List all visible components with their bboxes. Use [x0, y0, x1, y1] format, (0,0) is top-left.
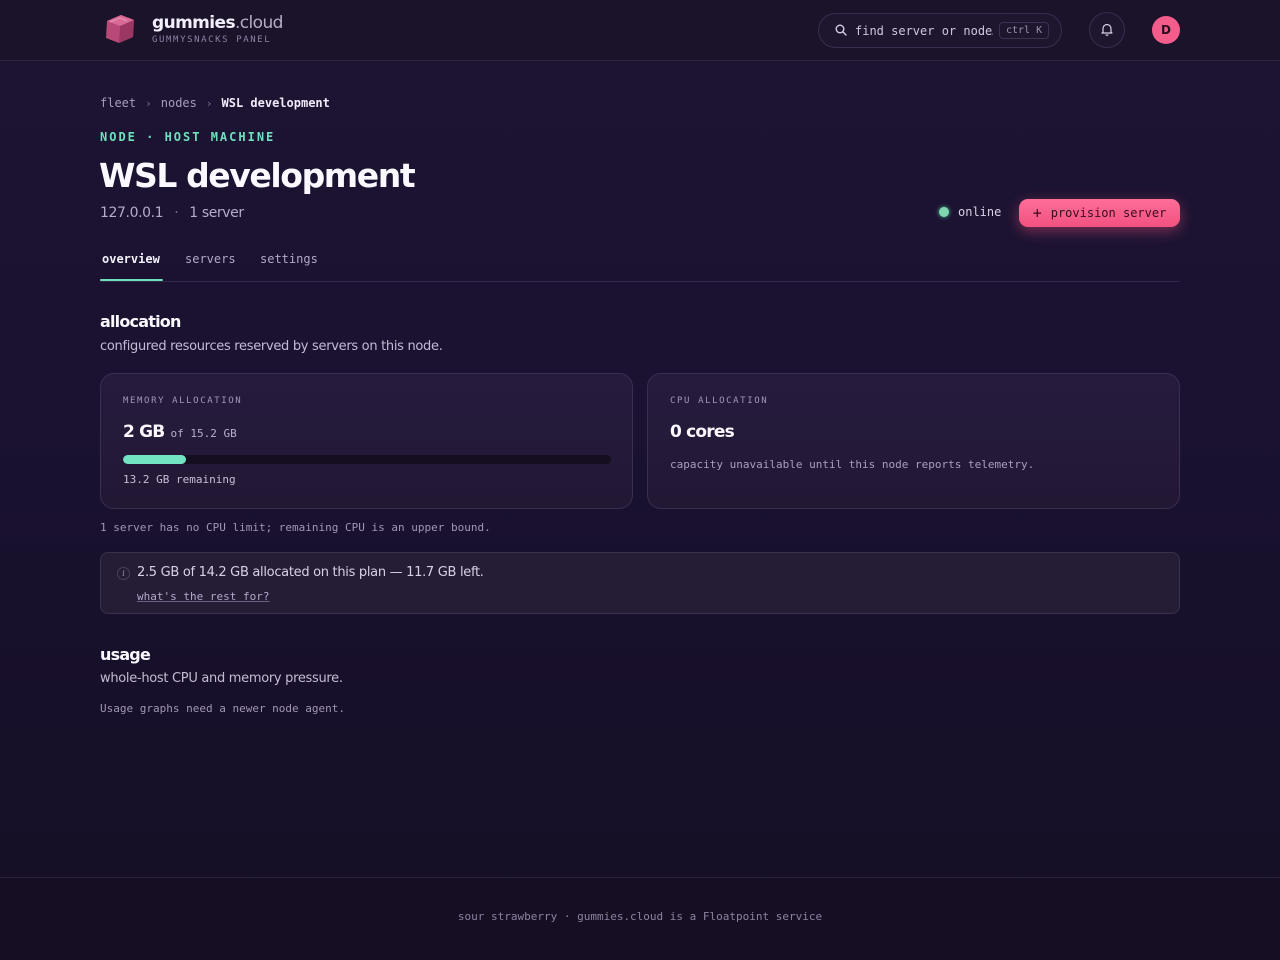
breadcrumb-separator: ›: [145, 96, 152, 110]
gummy-cube-icon: [104, 12, 136, 46]
memory-remaining: 13.2 GB remaining: [123, 473, 236, 486]
user-avatar[interactable]: D: [1152, 16, 1180, 44]
allocation-description: configured resources reserved by servers…: [100, 339, 443, 354]
provision-server-button[interactable]: + provision server: [1019, 199, 1180, 227]
breadcrumb-current: WSL development: [221, 96, 330, 110]
memory-progress-bar: [123, 455, 611, 464]
cpu-value: 0 cores: [670, 422, 735, 442]
breadcrumb: fleet › nodes › WSL development: [100, 96, 330, 110]
search-icon: [835, 21, 847, 40]
cpu-allocation-card: CPU ALLOCATION 0 cores capacity unavaila…: [647, 373, 1180, 509]
info-icon: i: [117, 567, 130, 580]
brand-subtitle: GUMMYSNACKS PANEL: [152, 34, 272, 45]
search-shortcut-hint: ctrl K: [999, 22, 1050, 39]
node-status: online: [939, 205, 1001, 219]
whats-the-rest-for-link[interactable]: what's the rest for?: [137, 590, 269, 603]
memory-value: 2 GB of 15.2 GB: [123, 422, 237, 442]
plus-icon: +: [1032, 204, 1042, 222]
status-text: online: [958, 205, 1002, 219]
tab-overview[interactable]: overview: [102, 252, 160, 282]
breadcrumb-fleet[interactable]: fleet: [100, 96, 136, 110]
usage-description: whole-host CPU and memory pressure.: [100, 671, 343, 686]
node-type-eyebrow: NODE · HOST MACHINE: [100, 130, 276, 144]
cpu-card-label: CPU ALLOCATION: [670, 396, 769, 406]
allocation-heading: allocation: [100, 312, 181, 331]
memory-allocated: 2 GB: [123, 422, 165, 442]
meta-separator: ·: [174, 205, 179, 221]
cpu-note: capacity unavailable until this node rep…: [670, 458, 1035, 471]
plan-info-box: i 2.5 GB of 14.2 GB allocated on this pl…: [100, 552, 1180, 614]
footer: sour strawberry · gummies.cloud is a Flo…: [0, 877, 1280, 960]
memory-card-label: MEMORY ALLOCATION: [123, 396, 243, 406]
brand-tld: .cloud: [234, 12, 283, 33]
node-server-count: 1 server: [189, 205, 244, 221]
node-ip: 127.0.0.1: [100, 205, 164, 221]
notifications-button[interactable]: [1089, 12, 1125, 48]
memory-progress-fill: [123, 455, 187, 464]
plan-info-text: 2.5 GB of 14.2 GB allocated on this plan…: [137, 565, 484, 580]
cpu-limit-footnote: 1 server has no CPU limit; remaining CPU…: [100, 521, 491, 534]
provision-server-label: provision server: [1050, 206, 1167, 220]
status-dot-icon: [939, 207, 949, 217]
bell-icon: [1100, 21, 1114, 40]
brand-name: gummies: [152, 12, 236, 33]
brand-logo-link[interactable]: gummies.cloud GUMMYSNACKS PANEL: [104, 12, 283, 46]
usage-note: Usage graphs need a newer node agent.: [100, 702, 346, 715]
footer-text: sour strawberry · gummies.cloud is a Flo…: [457, 910, 823, 923]
tab-settings[interactable]: settings: [260, 252, 318, 282]
search-bar[interactable]: find server or node… ctrl K: [818, 13, 1062, 48]
search-input[interactable]: find server or node…: [855, 24, 993, 38]
memory-allocation-card: MEMORY ALLOCATION 2 GB of 15.2 GB 13.2 G…: [100, 373, 633, 509]
cpu-allocated: 0 cores: [670, 422, 735, 442]
node-meta: 127.0.0.1 · 1 server: [100, 205, 244, 221]
top-bar: gummies.cloud GUMMYSNACKS PANEL find ser…: [0, 0, 1280, 61]
breadcrumb-nodes[interactable]: nodes: [161, 96, 197, 110]
page-title: WSL development: [99, 156, 416, 195]
breadcrumb-separator: ›: [205, 96, 213, 110]
usage-heading: usage: [100, 645, 151, 664]
active-tab-indicator: [100, 279, 163, 281]
tab-bar: overview servers settings: [100, 248, 1180, 282]
memory-total: of 15.2 GB: [170, 427, 237, 440]
tab-servers[interactable]: servers: [185, 252, 236, 282]
